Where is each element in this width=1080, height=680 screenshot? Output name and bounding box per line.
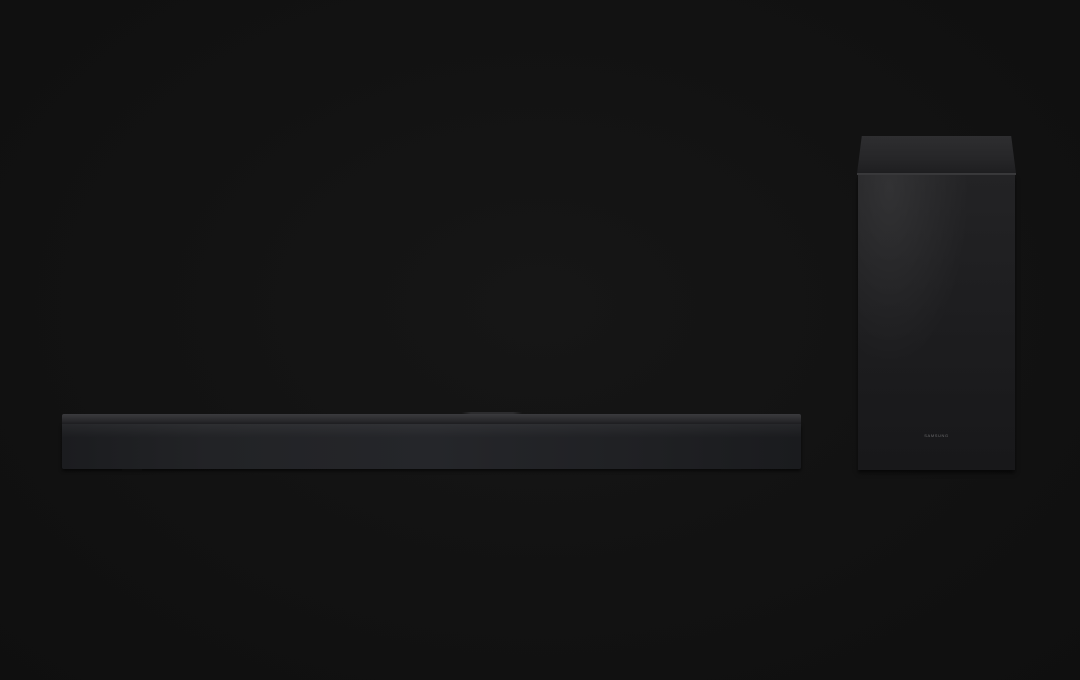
product-stage: SAMSUNG: [0, 0, 1080, 680]
subwoofer-logo: SAMSUNG: [924, 433, 949, 438]
soundbar-foot-right: [721, 469, 741, 471]
soundbar-grille: [62, 424, 801, 469]
soundbar: [62, 412, 801, 471]
soundbar-foot-left: [122, 469, 142, 471]
soundbar-top-panel: [62, 414, 801, 424]
subwoofer: SAMSUNG: [857, 136, 1016, 470]
subwoofer-front-panel: SAMSUNG: [858, 175, 1015, 470]
subwoofer-top-panel: [857, 136, 1016, 174]
